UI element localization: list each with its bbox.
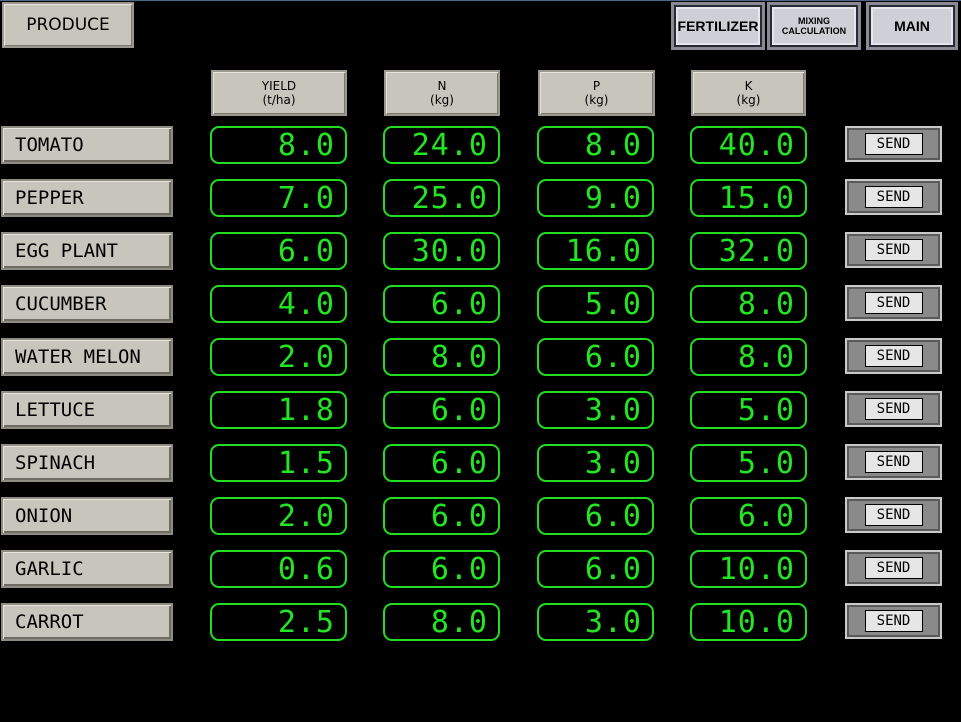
send-label: SEND (864, 133, 923, 155)
k-value: 6.0 (690, 497, 807, 535)
send-button-lettuce[interactable]: SEND (845, 391, 942, 427)
p-value: 6.0 (537, 497, 654, 535)
column-header-unit: (kg) (430, 93, 454, 107)
k-value: 8.0 (690, 285, 807, 323)
yield-value: 1.8 (210, 391, 347, 429)
produce-title-button[interactable]: PRODUCE (2, 2, 134, 48)
send-button-egg-plant[interactable]: SEND (845, 232, 942, 268)
p-value: 3.0 (537, 391, 654, 429)
send-button-pepper[interactable]: SEND (845, 179, 942, 215)
send-label: SEND (864, 504, 923, 526)
yield-value: 0.6 (210, 550, 347, 588)
n-value: 6.0 (383, 391, 500, 429)
p-value: 9.0 (537, 179, 654, 217)
send-label: SEND (864, 345, 923, 367)
crop-button-spinach[interactable]: SPINACH (1, 444, 173, 482)
main-nav-button[interactable]: MAIN (866, 2, 958, 50)
column-header-yield: YIELD (t/ha) (211, 70, 347, 116)
column-header-label: K (744, 79, 753, 93)
p-value: 8.0 (537, 126, 654, 164)
crop-button-cucumber[interactable]: CUCUMBER (1, 285, 173, 323)
n-value: 6.0 (383, 497, 500, 535)
k-value: 32.0 (690, 232, 807, 270)
mixing-label-line1: MIXING (797, 16, 830, 26)
send-button-tomato[interactable]: SEND (845, 126, 942, 162)
crop-button-pepper[interactable]: PEPPER (1, 179, 173, 217)
column-header-p: P (kg) (538, 70, 655, 116)
n-value: 8.0 (383, 603, 500, 641)
send-button-water-melon[interactable]: SEND (845, 338, 942, 374)
p-value: 5.0 (537, 285, 654, 323)
crop-button-egg-plant[interactable]: EGG PLANT (1, 232, 173, 270)
crop-button-tomato[interactable]: TOMATO (1, 126, 173, 164)
send-button-carrot[interactable]: SEND (845, 603, 942, 639)
p-value: 6.0 (537, 550, 654, 588)
yield-value: 2.5 (210, 603, 347, 641)
send-button-spinach[interactable]: SEND (845, 444, 942, 480)
k-value: 10.0 (690, 603, 807, 641)
send-button-onion[interactable]: SEND (845, 497, 942, 533)
send-label: SEND (864, 398, 923, 420)
n-value: 30.0 (383, 232, 500, 270)
column-header-unit: (t/ha) (262, 93, 296, 107)
crop-button-garlic[interactable]: GARLIC (1, 550, 173, 588)
yield-value: 2.0 (210, 338, 347, 376)
crop-button-water-melon[interactable]: WATER MELON (1, 338, 173, 376)
send-button-garlic[interactable]: SEND (845, 550, 942, 586)
p-value: 6.0 (537, 338, 654, 376)
fertilizer-nav-button[interactable]: FERTILIZER (671, 2, 765, 50)
column-header-label: P (592, 79, 601, 93)
k-value: 5.0 (690, 391, 807, 429)
send-button-cucumber[interactable]: SEND (845, 285, 942, 321)
yield-value: 1.5 (210, 444, 347, 482)
send-label: SEND (864, 186, 923, 208)
n-value: 6.0 (383, 285, 500, 323)
column-header-k: K (kg) (691, 70, 806, 116)
n-value: 8.0 (383, 338, 500, 376)
n-value: 6.0 (383, 444, 500, 482)
window-top-border (0, 0, 961, 1)
send-label: SEND (864, 239, 923, 261)
send-label: SEND (864, 451, 923, 473)
column-header-unit: (kg) (736, 93, 761, 107)
column-header-unit: (kg) (584, 93, 609, 107)
send-label: SEND (864, 610, 923, 632)
mixing-label-line2: CALCULATION (781, 26, 847, 36)
column-header-n: N (kg) (384, 70, 500, 116)
yield-value: 4.0 (210, 285, 347, 323)
crop-button-carrot[interactable]: CARROT (1, 603, 173, 641)
mixing-calculation-nav-button[interactable]: MIXING CALCULATION (767, 2, 861, 50)
crop-button-onion[interactable]: ONION (1, 497, 173, 535)
k-value: 40.0 (690, 126, 807, 164)
yield-value: 8.0 (210, 126, 347, 164)
k-value: 15.0 (690, 179, 807, 217)
yield-value: 7.0 (210, 179, 347, 217)
yield-value: 2.0 (210, 497, 347, 535)
k-value: 10.0 (690, 550, 807, 588)
n-value: 24.0 (383, 126, 500, 164)
send-label: SEND (864, 557, 923, 579)
p-value: 3.0 (537, 444, 654, 482)
n-value: 25.0 (383, 179, 500, 217)
column-header-label: N (437, 79, 447, 93)
yield-value: 6.0 (210, 232, 347, 270)
column-header-label: YIELD (261, 79, 297, 93)
send-label: SEND (864, 292, 923, 314)
p-value: 3.0 (537, 603, 654, 641)
n-value: 6.0 (383, 550, 500, 588)
k-value: 8.0 (690, 338, 807, 376)
k-value: 5.0 (690, 444, 807, 482)
crop-button-lettuce[interactable]: LETTUCE (1, 391, 173, 429)
p-value: 16.0 (537, 232, 654, 270)
